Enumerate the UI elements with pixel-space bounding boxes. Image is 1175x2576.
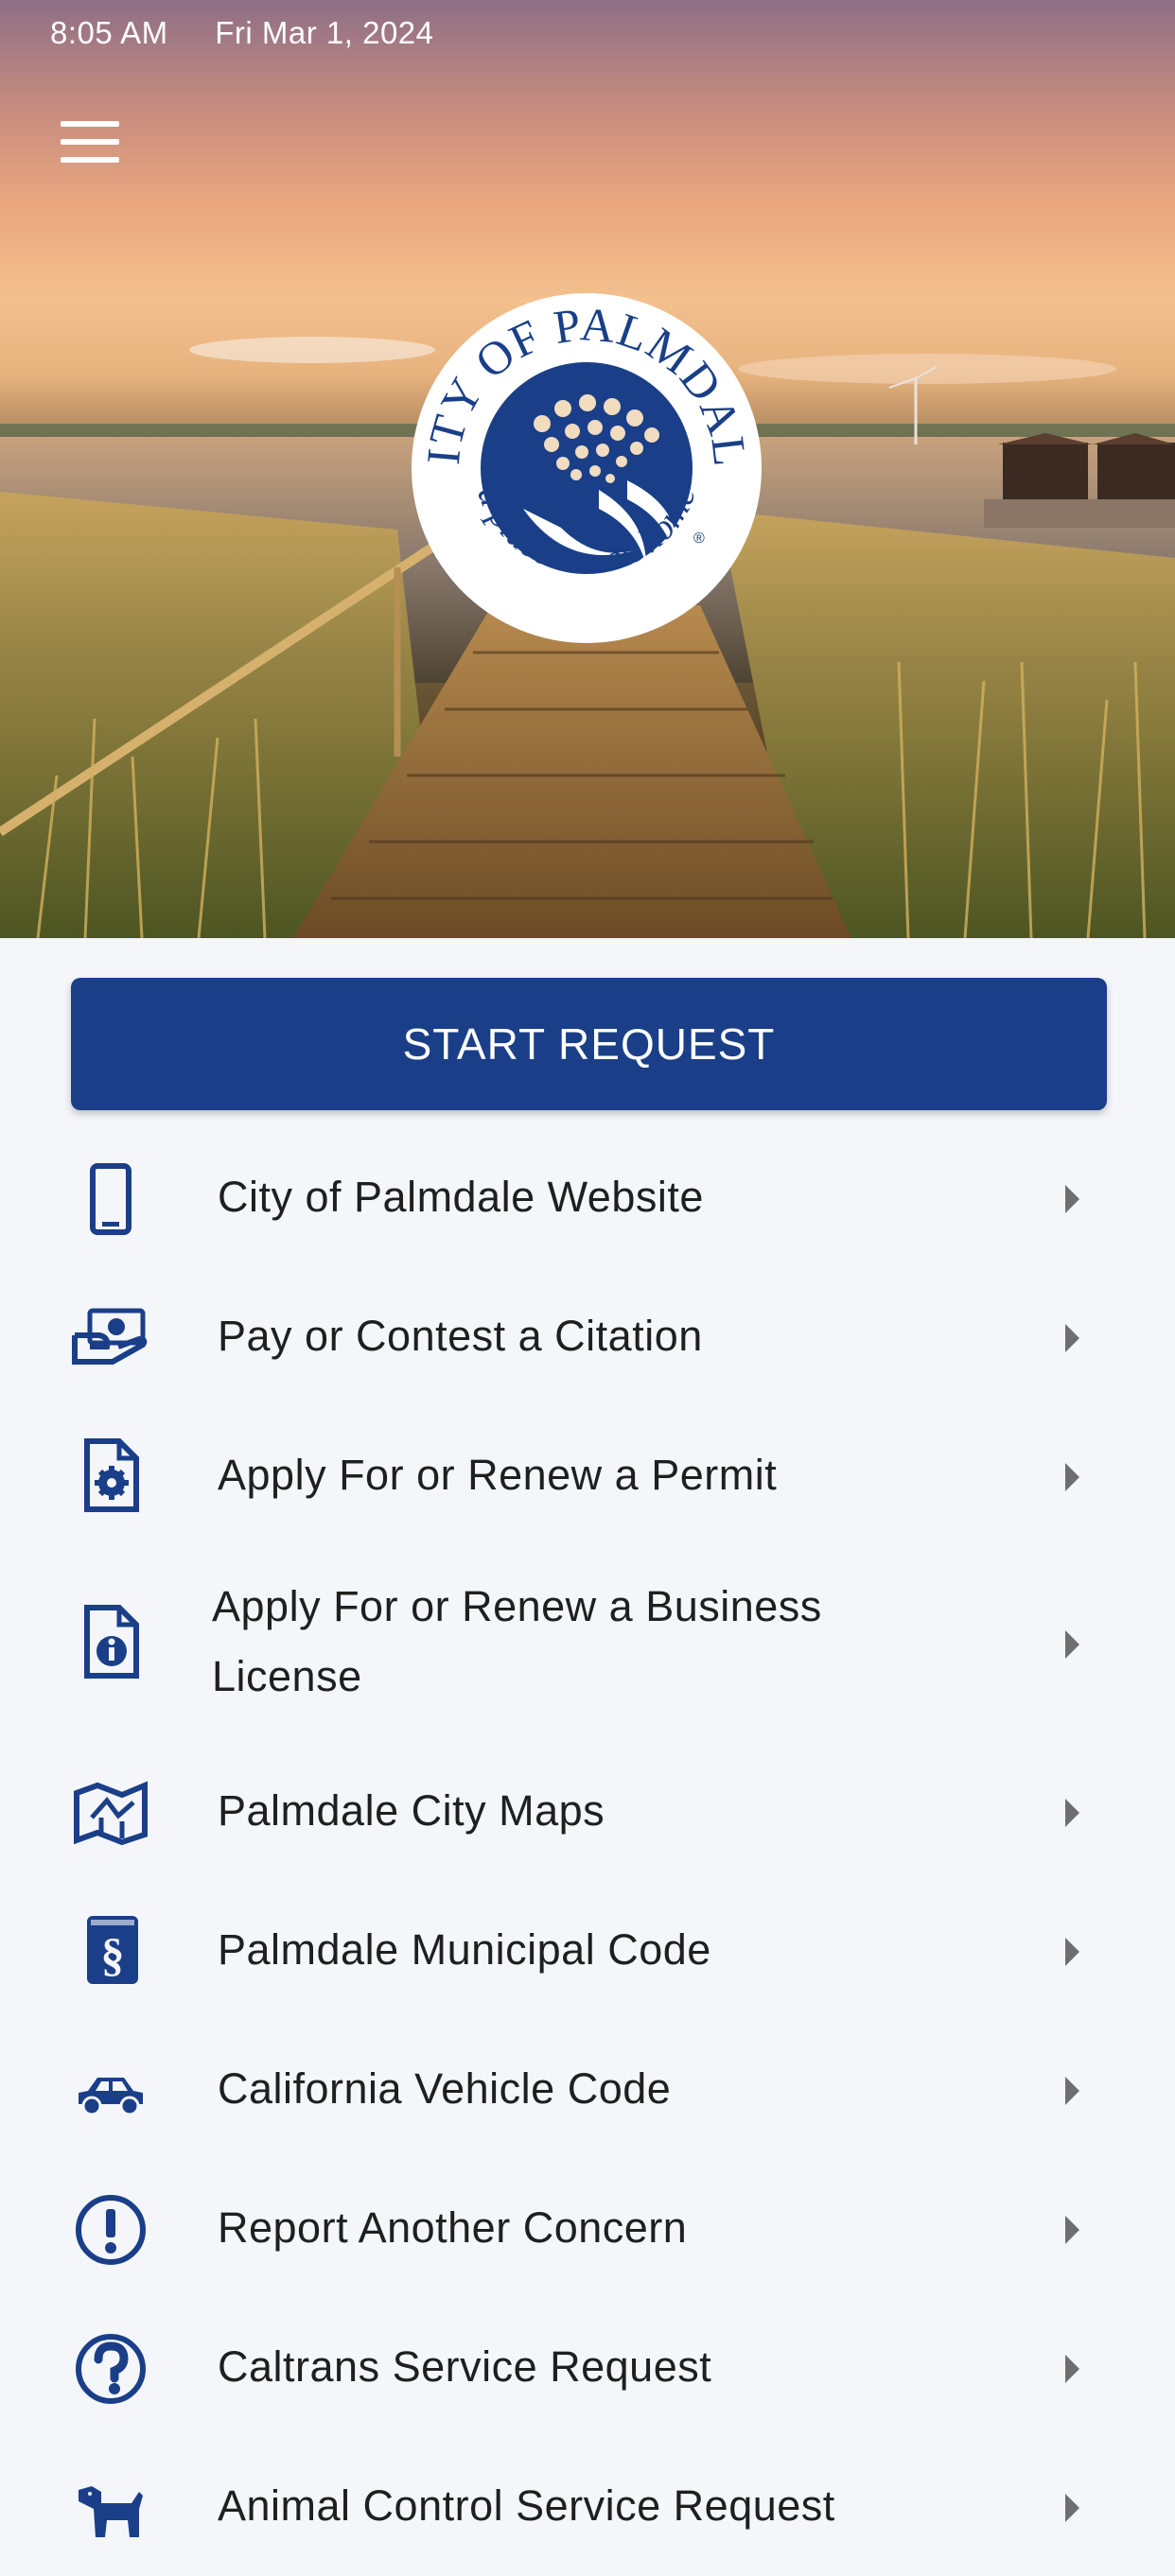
svg-text:§: § [101, 1928, 125, 1981]
law-book-icon: § [68, 1907, 153, 1993]
hero-banner: 8:05 AM Fri Mar 1, 2024 CITY OF PALMDALE [0, 0, 1175, 938]
chevron-right-icon [1065, 2494, 1079, 2522]
file-info-icon [68, 1599, 153, 1684]
chevron-right-icon [1065, 2077, 1079, 2105]
hamburger-menu-icon[interactable] [55, 113, 127, 170]
list-item-business-license[interactable]: Apply For or Renew a Business License [0, 1545, 1175, 1742]
status-date: Fri Mar 1, 2024 [215, 15, 434, 50]
service-menu-list: City of Palmdale Website Pay or Contest … [0, 1128, 1175, 2576]
list-item-report-concern[interactable]: Report Another Concern [0, 2159, 1175, 2298]
list-item-label: Apply For or Renew a Permit [218, 1451, 778, 1499]
list-item-label: California Vehicle Code [218, 2064, 672, 2113]
chevron-right-icon [1065, 1185, 1079, 1213]
tablet-icon [68, 1157, 153, 1242]
list-item-label: Palmdale Municipal Code [218, 1925, 711, 1974]
list-item-permit[interactable]: Apply For or Renew a Permit [0, 1406, 1175, 1545]
svg-text:®: ® [693, 531, 705, 547]
list-item-vehicle-code[interactable]: California Vehicle Code [0, 2020, 1175, 2159]
exclamation-circle-icon [68, 2187, 153, 2272]
chevron-right-icon [1065, 1938, 1079, 1966]
list-item-label: City of Palmdale Website [218, 1173, 704, 1221]
question-circle-icon [68, 2326, 153, 2411]
chevron-right-icon [1065, 1630, 1079, 1659]
list-item-caltrans[interactable]: Caltrans Service Request [0, 2298, 1175, 2437]
list-item-label: Apply For or Renew a Business License [212, 1582, 822, 1700]
list-item-city-maps[interactable]: Palmdale City Maps [0, 1742, 1175, 1881]
file-gear-icon [68, 1433, 153, 1518]
chevron-right-icon [1065, 2216, 1079, 2244]
chevron-right-icon [1065, 1463, 1079, 1491]
list-item-citation[interactable]: Pay or Contest a Citation [0, 1267, 1175, 1406]
list-item-label: Report Another Concern [218, 2203, 688, 2252]
list-item-city-website[interactable]: City of Palmdale Website [0, 1128, 1175, 1267]
map-icon [68, 1770, 153, 1855]
list-item-label: Palmdale City Maps [218, 1786, 605, 1835]
list-item-label: Caltrans Service Request [218, 2342, 712, 2391]
list-item-label: Pay or Contest a Citation [218, 1312, 703, 1360]
start-request-button[interactable]: START REQUEST [71, 978, 1107, 1110]
list-item-label: Animal Control Service Request [218, 2481, 835, 2530]
status-time: 8:05 AM [50, 15, 168, 50]
chevron-right-icon [1065, 2355, 1079, 2383]
city-of-palmdale-logo: CITY OF PALMDALE a place to call home ® [410, 291, 762, 643]
list-item-municipal-code[interactable]: § Palmdale Municipal Code [0, 1881, 1175, 2020]
money-hand-icon [68, 1294, 153, 1379]
list-item-animal-control[interactable]: Animal Control Service Request [0, 2437, 1175, 2576]
chevron-right-icon [1065, 1799, 1079, 1827]
car-icon [68, 2052, 153, 2137]
status-bar: 8:05 AM Fri Mar 1, 2024 [50, 15, 472, 51]
chevron-right-icon [1065, 1324, 1079, 1352]
